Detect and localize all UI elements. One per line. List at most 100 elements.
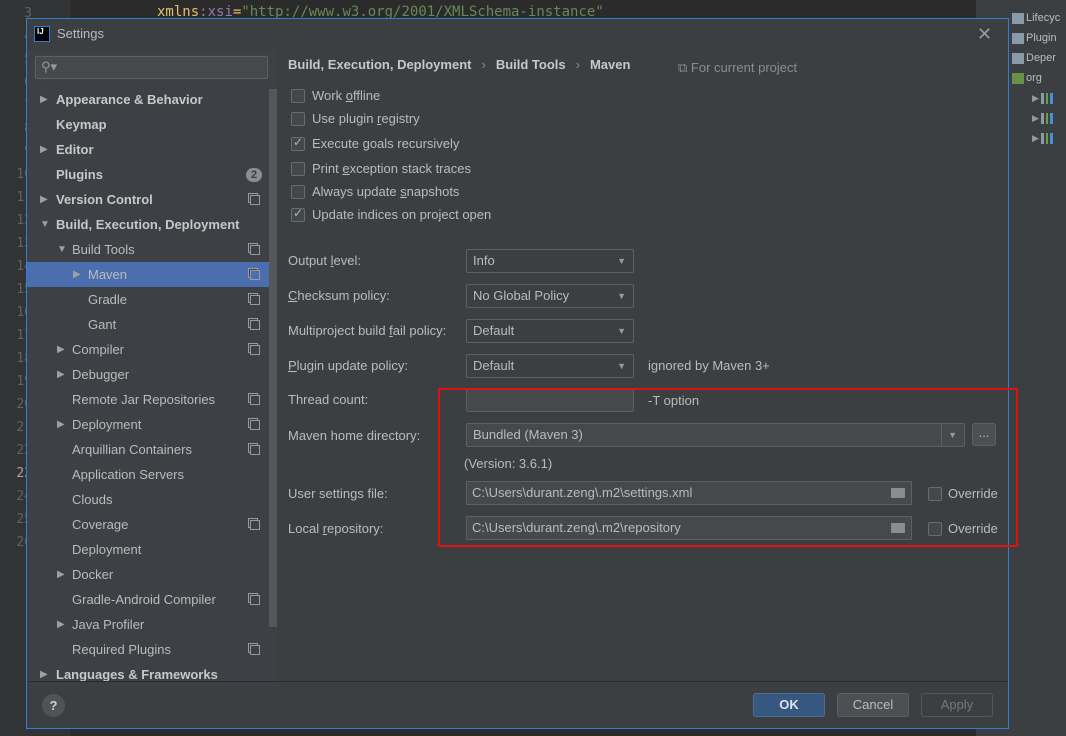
maven-tree-item[interactable]: Deper [1012,48,1056,68]
sidebar-item-appearance-behavior[interactable]: ▶ Appearance & Behavior [27,87,269,112]
maven-tree-child[interactable]: ▶ [1032,128,1053,148]
sidebar-item-label: Keymap [56,117,107,132]
chevron-right-icon: ▶ [1032,112,1039,123]
project-level-icon [250,244,260,255]
plugin-update-select[interactable]: Default ▼ [466,354,634,378]
dropdown-arrow-icon: ▼ [617,361,626,371]
sidebar-item-editor[interactable]: ▶ Editor [27,137,269,162]
fail-policy-select[interactable]: Default ▼ [466,319,634,343]
sidebar-item-label: Application Servers [72,467,184,482]
dialog-title: Settings [57,26,104,41]
close-icon[interactable]: ✕ [977,24,992,45]
apply-button[interactable]: Apply [921,693,993,717]
sidebar-item-label: Maven [88,267,128,282]
checkbox-execute-goals-recursively[interactable]: Execute goals recursively [291,135,459,151]
sidebar-item-label: Arquillian Containers [72,442,192,457]
chevron-right-icon[interactable]: ▶ [57,619,65,630]
sidebar-item-keymap[interactable]: Keymap [27,112,269,137]
checkbox-use-plugin-registry[interactable]: Use plugin registry [291,111,420,126]
sidebar-item-remote-jar-repositories[interactable]: Remote Jar Repositories [27,387,269,412]
plugin-update-label: Plugin update policy: [288,358,408,373]
checkbox-work-offline[interactable]: Work offline [291,88,380,103]
chevron-down-icon[interactable]: ▼ [57,244,67,255]
cancel-button[interactable]: Cancel [837,693,909,717]
checkbox-always-update-snapshots[interactable]: Always update snapshots [291,184,459,199]
sidebar-item-coverage[interactable]: Coverage [27,512,269,537]
user-settings-label: User settings file: [288,486,388,501]
sidebar-item-deployment[interactable]: ▶ Deployment [27,412,269,437]
help-button[interactable]: ? [42,694,65,717]
dropdown-arrow-icon: ▼ [617,326,626,336]
sidebar-item-label: Java Profiler [72,617,145,632]
sidebar-item-label: Remote Jar Repositories [72,392,216,407]
chevron-right-icon[interactable]: ▶ [57,344,65,355]
sidebar-item-gradle-android-compiler[interactable]: Gradle-Android Compiler [27,587,269,612]
update-count-badge: 2 [246,167,262,182]
sidebar-item-version-control[interactable]: ▶ Version Control [27,187,269,212]
output-level-value: Info [473,253,495,268]
sidebar-item-compiler[interactable]: ▶ Compiler [27,337,269,362]
sidebar-item-deployment[interactable]: Deployment [27,537,269,562]
checkbox[interactable] [291,111,305,126]
chevron-right-icon[interactable]: ▶ [57,369,65,380]
sidebar-item-clouds[interactable]: Clouds [27,487,269,512]
sidebar-item-debugger[interactable]: ▶ Debugger [27,362,269,387]
project-level-icon [250,519,260,530]
breadcrumb-item: Maven [589,57,631,72]
checkbox-update-indices-on-project-open[interactable]: Update indices on project open [291,206,491,222]
fail-policy-value: Default [473,323,515,338]
dropdown-arrow-icon: ▼ [617,256,626,266]
chevron-right-icon[interactable]: ▶ [40,144,48,155]
checksum-policy-select[interactable]: No Global Policy ▼ [466,284,634,308]
maven-tree-label: Lifecyc [1026,12,1061,24]
search-input[interactable]: ⚲▾ [35,56,268,79]
chevron-right-icon[interactable]: ▶ [40,94,48,105]
library-icon [1012,72,1024,84]
sidebar-item-arquillian-containers[interactable]: Arquillian Containers [27,437,269,462]
maven-tree-child[interactable]: ▶ [1032,88,1053,108]
folder-icon [1012,12,1024,24]
sidebar-item-docker[interactable]: ▶ Docker [27,562,269,587]
settings-dialog: IJ Settings ✕ ⚲▾ ▶ Appearance & Behavior K… [26,18,1018,729]
project-level-icon [250,644,260,655]
maven-settings-panel: Build, Execution, Deployment › Build Tool… [277,51,1018,681]
sidebar-item-java-profiler[interactable]: ▶ Java Profiler [27,612,269,637]
sidebar-item-label: Deployment [72,417,142,432]
sidebar-item-build-execution-deployment[interactable]: ▼ Build, Execution, Deployment [27,212,269,237]
checkbox-label: Print exception stack traces [312,161,471,176]
ok-button[interactable]: OK [753,693,825,717]
checkbox-print-exception-stack-traces[interactable]: Print exception stack traces [291,161,471,176]
library-icon [1040,92,1053,104]
sidebar-item-plugins[interactable]: Plugins 2 [27,162,269,187]
checkbox-label: Always update snapshots [312,184,460,199]
checkbox[interactable] [291,184,305,199]
chevron-down-icon[interactable]: ▼ [40,219,50,230]
chevron-right-icon[interactable]: ▶ [57,569,65,580]
maven-tree-item[interactable]: Plugin [1012,28,1057,48]
checkbox[interactable] [291,135,305,151]
sidebar-item-required-plugins[interactable]: Required Plugins [27,637,269,662]
sidebar-scrollbar[interactable] [269,89,277,627]
sidebar-item-label: Gradle-Android Compiler [72,592,216,607]
maven-tree-item[interactable]: org [1012,68,1042,88]
checkbox[interactable] [291,206,305,222]
sidebar-item-label: Build, Execution, Deployment [56,217,240,232]
sidebar-item-application-servers[interactable]: Application Servers [27,462,269,487]
chevron-right-icon[interactable]: ▶ [40,194,48,205]
sidebar-item-maven[interactable]: ▶ Maven [27,262,277,287]
chevron-right-icon[interactable]: ▶ [73,269,81,280]
maven-tree-child[interactable]: ▶ [1032,108,1053,128]
sidebar-item-gant[interactable]: Gant [27,312,269,337]
checksum-policy-value: No Global Policy [473,288,570,303]
output-level-select[interactable]: Info ▼ [466,249,634,273]
highlight-annotation-box [438,388,1018,547]
sidebar-item-build-tools[interactable]: ▼ Build Tools [27,237,269,262]
checkbox[interactable] [291,88,305,103]
chevron-right-icon[interactable]: ▶ [57,419,65,430]
project-level-icon [250,319,260,330]
maven-tree-item[interactable]: Lifecyc [1012,8,1060,28]
checkbox[interactable] [291,161,305,176]
chevron-right-icon[interactable]: ▶ [40,669,48,680]
sidebar-item-gradle[interactable]: Gradle [27,287,269,312]
fail-policy-label: Multiproject build fail policy: [288,323,447,338]
